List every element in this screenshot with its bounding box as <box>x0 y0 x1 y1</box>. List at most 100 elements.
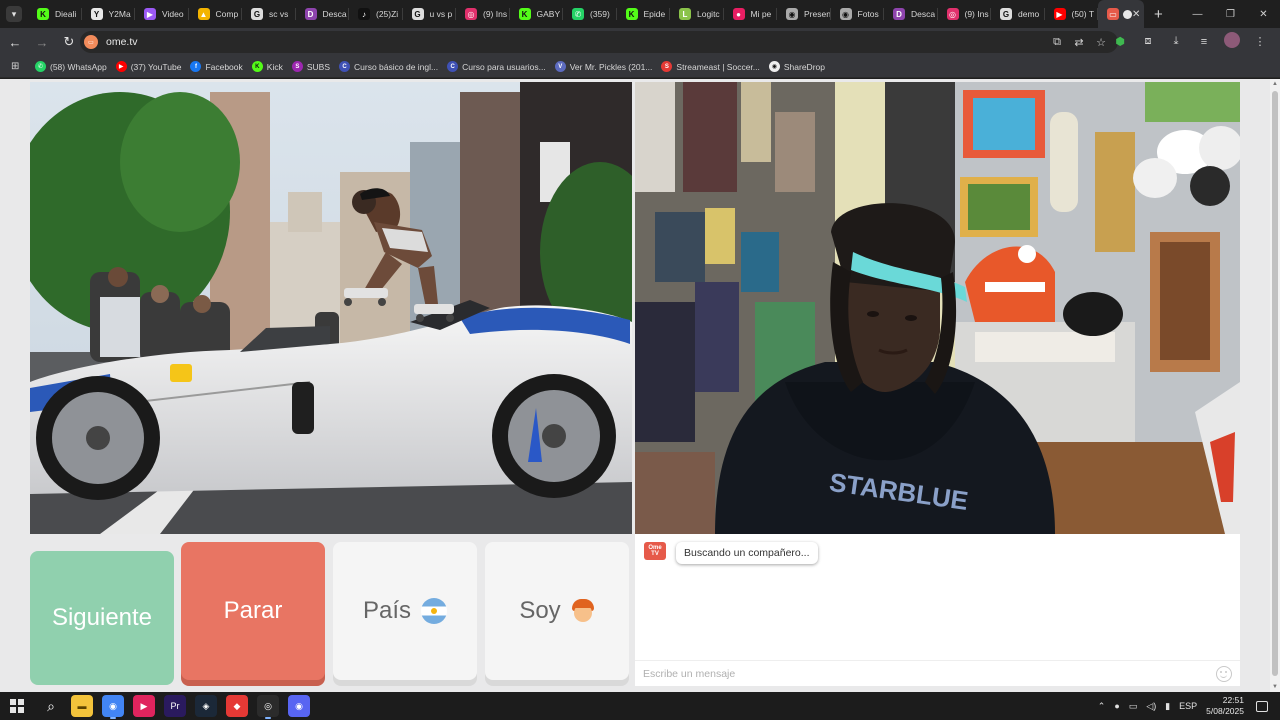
new-tab-button[interactable]: + <box>1154 6 1163 23</box>
bookmark-label: SUBS <box>306 61 330 72</box>
browser-tab[interactable]: D Desca <box>296 0 350 28</box>
chat-message-input[interactable] <box>643 667 1203 680</box>
photos-icon: ◉ <box>839 8 852 20</box>
volume-icon[interactable]: ◁) <box>1146 701 1156 712</box>
browser-tab[interactable]: Gdemo <box>991 0 1045 28</box>
browser-tab[interactable]: ▶ Video <box>135 0 189 28</box>
close-window-icon[interactable]: ✕ <box>1247 0 1280 28</box>
bookmark-item[interactable]: S Streameast | Soccer... <box>661 61 760 72</box>
premiere-icon[interactable]: Pr <box>164 695 186 717</box>
kick-icon: K <box>251 61 263 72</box>
browser-tab-label: Video <box>162 9 184 19</box>
url-text[interactable]: ome.tv <box>106 36 138 48</box>
back-button[interactable]: ← <box>3 30 27 54</box>
browser-tab[interactable]: ◎ (9) Ins <box>456 0 510 28</box>
battery-icon[interactable]: ▮ <box>1165 701 1170 712</box>
minimize-icon[interactable]: — <box>1181 0 1214 28</box>
tab-list: K Dieali Y Y2Ma ▶ Video ▲ Comp Gsc vs D Desca ♪ (25)… <box>28 0 1144 28</box>
recording-indicator-icon <box>1123 9 1132 19</box>
browser-tab[interactable]: D Desca <box>884 0 938 28</box>
capcut-icon[interactable]: ◆ <box>226 695 248 717</box>
scroll-down-arrow-icon[interactable]: ▼ <box>1271 684 1279 690</box>
chevron-up-icon[interactable]: ⌃ <box>1098 701 1106 712</box>
bookmark-item[interactable]: V Ver Mr. Pickles (201... <box>554 61 652 72</box>
browser-tab[interactable]: Y Y2Ma <box>82 0 136 28</box>
browser-tab[interactable]: K Epide <box>617 0 671 28</box>
bookmarks-bar: ⊞ ✆ (58) WhatsApp ▶ (37) YouTube f Facebook K K… <box>0 56 1280 78</box>
address-bar[interactable]: ▭ ome.tv ⧉ ⇄ ☆ <box>80 31 1118 53</box>
media-controls-icon[interactable]: ≡ <box>1190 36 1218 48</box>
profile-avatar[interactable] <box>1218 32 1246 51</box>
discord-icon[interactable]: ◉ <box>288 695 310 717</box>
ometv-page: STARBLUE Siguiente Parar País Soy Ome TV… <box>0 79 1270 692</box>
bookmark-item[interactable]: S SUBS <box>291 61 330 72</box>
browser-tab[interactable]: ✆ (359) <box>563 0 617 28</box>
browser-tab-label: (9) Ins <box>483 9 508 19</box>
browser-tab[interactable]: Gsc vs <box>242 0 296 28</box>
emoji-smiley-icon[interactable] <box>1216 666 1232 682</box>
obs-icon[interactable]: ◎ <box>257 695 279 719</box>
network-icon[interactable]: ▭ <box>1129 701 1138 712</box>
next-button[interactable]: Siguiente <box>30 551 174 685</box>
cast-icon[interactable]: ⧉ <box>1046 36 1068 49</box>
browser-tab-active[interactable]: ▭ ✕ <box>1098 0 1144 28</box>
browser-tab[interactable]: ▲ Comp <box>189 0 243 28</box>
browser-tab[interactable]: ◉ Fotos <box>831 0 885 28</box>
scroll-thumb[interactable] <box>1272 91 1278 676</box>
chrome-icon[interactable]: ◉ <box>102 695 124 719</box>
ometv-site-icon[interactable]: ▭ <box>84 35 98 49</box>
more-menu-icon[interactable]: ⋮ <box>1246 35 1274 48</box>
tab-search-button[interactable]: ▾ <box>6 6 22 22</box>
translate-icon[interactable]: ⇄ <box>1068 36 1090 49</box>
extensions-icon[interactable]: ⧈ <box>1134 35 1162 48</box>
clock-time: 22:51 <box>1222 695 1244 705</box>
browser-tab[interactable]: K Dieali <box>28 0 82 28</box>
browser-tab-label: Logitc <box>697 9 720 19</box>
browser-tab[interactable]: ● Mi pe <box>724 0 778 28</box>
file-explorer-icon[interactable]: ▬ <box>71 695 93 717</box>
language-indicator[interactable]: ESP <box>1179 701 1197 711</box>
bookmark-label: (58) WhatsApp <box>50 61 107 72</box>
country-filter-button[interactable]: País <box>333 542 477 680</box>
stop-button[interactable]: Parar <box>181 542 325 680</box>
bookmark-item[interactable]: K Kick <box>251 61 283 72</box>
bookmark-item[interactable]: f Facebook <box>190 61 243 72</box>
browser-tab[interactable]: Gu vs p <box>403 0 457 28</box>
facebook-icon: f <box>190 61 202 72</box>
browser-tab[interactable]: ◉ Presen <box>777 0 831 28</box>
browser-tab[interactable]: K GABY <box>510 0 564 28</box>
browser-tab[interactable]: ♪ (25)Zi <box>349 0 403 28</box>
steam-icon[interactable]: ◈ <box>195 695 217 717</box>
own-webcam-feed: STARBLUE <box>635 82 1240 534</box>
bookmark-item[interactable]: ✆ (58) WhatsApp <box>35 61 107 72</box>
kick-icon: K <box>37 8 49 20</box>
maximize-icon[interactable]: ❐ <box>1214 0 1247 28</box>
notification-icon[interactable] <box>1256 700 1268 712</box>
page-scrollbar[interactable]: ▲ ▼ <box>1270 79 1280 692</box>
shield-extension-icon[interactable]: ⬢ <box>1106 35 1134 48</box>
browser-tab-label: Mi pe <box>750 9 772 19</box>
clock[interactable]: 22:51 5/08/2025 <box>1206 695 1244 717</box>
browser-tab[interactable]: ◎ (9) Ins <box>938 0 992 28</box>
search-icon[interactable]: ⌕ <box>40 695 62 717</box>
reload-button[interactable]: ↻ <box>57 30 81 54</box>
media-player-icon[interactable]: ▶ <box>133 695 155 717</box>
download-icon[interactable]: ⤓ <box>1162 35 1190 48</box>
tiktok-icon: ♪ <box>358 8 370 20</box>
bookmark-item[interactable]: C Curso para usuarios... <box>447 61 546 72</box>
close-tab-icon[interactable]: ✕ <box>1132 9 1140 20</box>
windows-start-icon[interactable] <box>10 699 24 713</box>
forward-button[interactable]: → <box>30 30 54 54</box>
bookmark-item[interactable]: ▶ (37) YouTube <box>115 61 181 72</box>
whatsapp-icon: ✆ <box>572 8 584 20</box>
browser-tab[interactable]: ▶ (50) T <box>1045 0 1099 28</box>
scroll-up-arrow-icon[interactable]: ▲ <box>1271 81 1279 87</box>
argentina-flag-icon <box>421 598 448 624</box>
bookmark-item[interactable]: ◉ ShareDrop <box>768 61 825 72</box>
microphone-icon[interactable]: ● <box>1114 701 1119 711</box>
gender-select-button[interactable]: Soy <box>485 542 629 680</box>
bookmark-item[interactable]: C Curso básico de ingl... <box>339 61 438 72</box>
apps-grid-icon[interactable]: ⊞ <box>11 61 25 72</box>
browser-tab-label: demo <box>1018 9 1040 19</box>
browser-tab[interactable]: L Logitc <box>670 0 724 28</box>
